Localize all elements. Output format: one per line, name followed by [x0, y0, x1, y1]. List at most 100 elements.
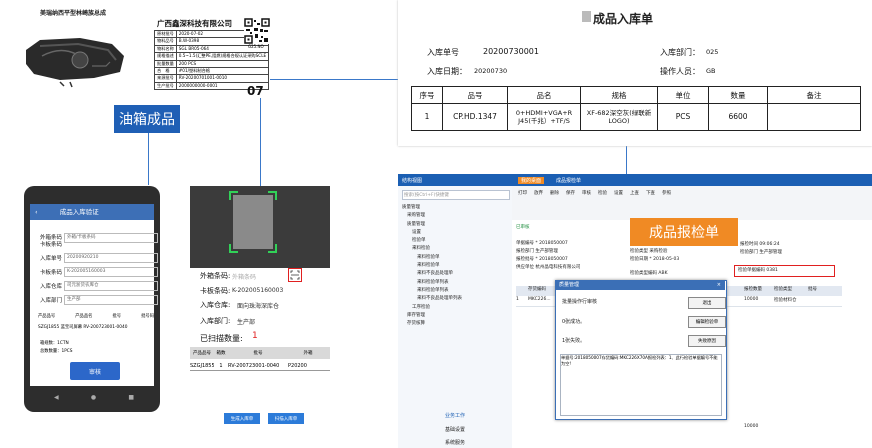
erp-field-source[interactable]: 供应单位 杭州晶电科技有限公司: [516, 264, 580, 270]
dialog-fail-reason-button[interactable]: 失败原因: [688, 335, 726, 347]
erp-search-input[interactable]: 搜索(按Ctrl+F)快捷键: [402, 190, 510, 200]
cell: 检验材料仓: [774, 298, 797, 303]
up-query-button[interactable]: 上查: [630, 190, 639, 196]
tree-item[interactable]: 设置: [402, 229, 510, 237]
erp-field-code[interactable]: 检验类型编码 ABK: [630, 270, 668, 276]
erp-tree: 质量管理 采购管理 质量管理 设置 检验单 来料检验 来料检验单 来料检验单 来…: [402, 204, 510, 328]
table-row: 1 CP.HD.1347 0+HDMI+VGA+R J45(千兆）+TF/S X…: [411, 103, 861, 131]
scan-order-button[interactable]: 扫描入库单: [268, 413, 304, 424]
save-button[interactable]: 保存: [566, 190, 575, 196]
tree-item[interactable]: 来料检验单列表: [402, 287, 510, 295]
dialog-exit-button[interactable]: 退出: [688, 297, 726, 309]
doc-order-label: 入库单号: [427, 48, 459, 57]
col-header: 批号: [808, 287, 817, 292]
tab-inspection[interactable]: 成品报检单: [556, 177, 581, 184]
col-header: 批号: [112, 314, 122, 319]
label-key: 物料品号: [154, 37, 177, 46]
cell: 6600: [708, 103, 768, 131]
col-header: 外箱: [303, 351, 313, 356]
phone-warehouse-input[interactable]: 司元浙货农库仓: [64, 281, 158, 291]
phone-pack-count: 箱规数：1CTN: [40, 341, 69, 346]
doc-title-icon: [582, 11, 591, 22]
table-row[interactable]: SZGJ1855 1 RV-200723001-0040 P20200: [190, 361, 330, 371]
tree-item[interactable]: 工序检验: [402, 304, 510, 312]
tree-item[interactable]: 质量管理: [402, 204, 510, 212]
scan-dept-value[interactable]: 生产部: [237, 317, 255, 326]
phone-outer-input[interactable]: 外箱/卡板条码: [64, 233, 158, 243]
erp-field-receiver[interactable]: 检验部门 生产部管理: [740, 249, 782, 255]
tree-item[interactable]: 库存管理: [402, 312, 510, 320]
erp-field-type[interactable]: 检验类型 采购检验: [630, 248, 667, 254]
dialog-title-text: 质量管理: [559, 282, 580, 288]
scan-outer-input[interactable]: 外箱条码: [232, 272, 256, 281]
scan-button-icon[interactable]: [288, 268, 302, 282]
phone-table-row[interactable]: SZGJ1855 蓝宝司屏幕 RV-200723001-0040: [38, 324, 154, 330]
tab-desktop[interactable]: 我的桌面: [518, 177, 545, 184]
scan-board-value[interactable]: K-202005160003: [232, 287, 283, 294]
tree-item[interactable]: 来料检验: [402, 245, 510, 253]
delete-button[interactable]: 删除: [550, 190, 559, 196]
back-nav-icon[interactable]: ◀: [54, 394, 59, 401]
approve-button[interactable]: 审核: [582, 190, 591, 196]
back-icon[interactable]: ‹: [35, 208, 38, 216]
erp-field-qty[interactable]: 报检批号 * 2018050007: [516, 256, 568, 262]
label-row: 批量数量 200 PCS: [154, 59, 270, 68]
label-value: 200 PCS: [175, 59, 270, 68]
dialog-edit-button[interactable]: 编辑检验单: [688, 316, 726, 328]
col-header: 数量: [708, 86, 768, 104]
erp-field-date[interactable]: 检验日期 * 2018-05-03: [630, 256, 679, 262]
reference-button[interactable]: 参照: [662, 190, 671, 196]
label-row: 合 格 #01/塑料制合格: [154, 66, 270, 76]
col-header: 产品品号: [193, 351, 211, 356]
erp-field-highlight[interactable]: 检验单据编码 0381: [734, 265, 835, 277]
settings-button[interactable]: 设置: [614, 190, 623, 196]
erp-nav-basic[interactable]: 基础设置: [445, 426, 465, 433]
tree-item[interactable]: 质量管理: [402, 221, 510, 229]
phone-submit-button[interactable]: 审核: [70, 362, 120, 380]
scan-count-label: 已扫描数量:: [200, 334, 243, 343]
col-header: 序号: [411, 86, 443, 104]
col-header: 箱数: [216, 351, 226, 356]
tree-item[interactable]: 来料检验单: [402, 254, 510, 262]
home-nav-icon[interactable]: ●: [91, 394, 96, 401]
label-key: 物料名称: [154, 44, 177, 54]
discard-button[interactable]: 放弃: [534, 190, 543, 196]
label-value: #01/塑料制合格: [175, 66, 270, 76]
tree-item[interactable]: 来料检验单列表: [402, 279, 510, 287]
phone-order-input[interactable]: 20200920210: [64, 253, 158, 263]
connector-line: [260, 98, 261, 186]
phone-dept-label: 入库部门: [40, 298, 63, 304]
fuel-tank-image: [26, 38, 124, 88]
cell: 0+HDMI+VGA+R J45(千兆）+TF/S: [507, 103, 581, 131]
phone-board-input[interactable]: K-202005160003: [64, 267, 158, 277]
tree-item[interactable]: 来料检验单: [402, 262, 510, 270]
label-key: 生产批号: [154, 81, 177, 91]
tree-item[interactable]: 检验单: [402, 237, 510, 245]
close-icon[interactable]: ×: [717, 280, 721, 290]
cell: 1: [411, 103, 443, 131]
erp-field-dept[interactable]: 报检部门 生产部管理: [516, 248, 558, 254]
print-button[interactable]: 打印: [518, 190, 527, 196]
down-query-button[interactable]: 下查: [646, 190, 655, 196]
erp-nav-business[interactable]: 业务工作: [445, 412, 465, 419]
tree-item[interactable]: 来料不良品处理单: [402, 270, 510, 278]
phone-nav-bar: ◀ ● ■: [54, 394, 134, 401]
doc-date-value: 20200730: [474, 67, 508, 75]
phone-dept-input[interactable]: 生产部: [64, 295, 158, 305]
erp-nav-system[interactable]: 系统服务: [445, 439, 465, 446]
tree-item[interactable]: 存货核算: [402, 320, 510, 328]
recent-nav-icon[interactable]: ■: [128, 394, 134, 401]
erp-field-time[interactable]: 报检时间 09:06:24: [740, 241, 780, 247]
tree-item[interactable]: 采购管理: [402, 212, 510, 220]
phone-order-label: 入库单号: [40, 256, 63, 262]
label-big-mark: 07: [247, 84, 264, 98]
cell: 10000: [744, 297, 759, 302]
col-header: 品名: [507, 86, 581, 104]
label-row: 来源批号 RV-20200701001-0010: [154, 74, 270, 83]
erp-doc-badge: 成品报检单: [630, 218, 738, 246]
erp-field-doc-no[interactable]: 单据编号 * 2018050007: [516, 240, 568, 246]
generate-order-button[interactable]: 生成入库单: [224, 413, 260, 424]
inspect-button[interactable]: 检验: [598, 190, 607, 196]
tree-item[interactable]: 来料不良品处理单列表: [402, 295, 510, 303]
scan-warehouse-value[interactable]: 面向珠海深库仓: [237, 301, 279, 310]
